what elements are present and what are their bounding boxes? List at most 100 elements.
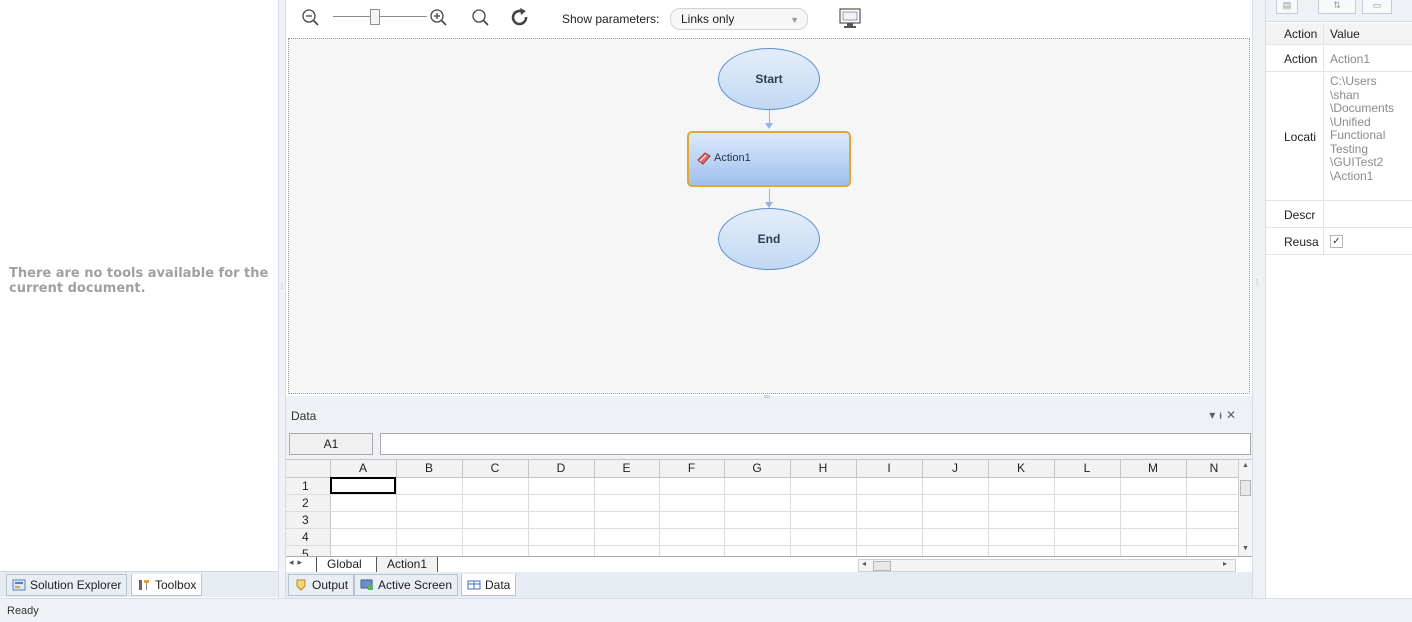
grid-cell[interactable] <box>988 477 1055 495</box>
corner-cell[interactable] <box>286 460 331 478</box>
sort-icon[interactable]: ⇅ <box>1318 0 1356 14</box>
column-header[interactable]: E <box>594 460 660 478</box>
grid-cell[interactable] <box>659 477 725 495</box>
grid-cell[interactable] <box>462 511 529 529</box>
close-icon[interactable]: ✕ <box>1226 408 1240 422</box>
vertical-scrollbar[interactable]: ▲ ▼ <box>1238 460 1252 559</box>
zoom-slider-track[interactable] <box>333 16 427 17</box>
property-row-action[interactable]: Action Action1 <box>1266 46 1412 72</box>
end-node[interactable]: End <box>718 208 820 270</box>
tab-solution-explorer[interactable]: Solution Explorer <box>6 574 128 596</box>
refresh-icon[interactable] <box>510 8 530 31</box>
dropdown-icon[interactable]: ▾ <box>1209 408 1219 422</box>
scroll-right-icon[interactable]: ▸ <box>1223 559 1227 568</box>
property-value[interactable]: C:\Users \shan \Documents \Unified Funct… <box>1323 73 1412 200</box>
zoom-in-icon[interactable] <box>429 8 449 31</box>
action-node[interactable]: Action1 <box>687 131 851 187</box>
sheet-tab-action1[interactable]: Action1 <box>376 557 439 573</box>
grid-cell[interactable] <box>790 511 857 529</box>
horizontal-scrollbar[interactable]: ◂ ▸ <box>858 559 1236 572</box>
grid-cell[interactable] <box>1120 477 1187 495</box>
grid-cell[interactable] <box>462 494 529 512</box>
grid-cell[interactable] <box>988 494 1055 512</box>
monitor-icon[interactable] <box>838 7 862 32</box>
property-value[interactable]: Action1 <box>1323 46 1412 71</box>
scroll-up-icon[interactable]: ▲ <box>1242 462 1249 469</box>
grid-cell[interactable] <box>594 528 660 546</box>
column-header[interactable]: N <box>1186 460 1243 478</box>
grid-cell[interactable] <box>724 494 791 512</box>
column-header[interactable]: C <box>462 460 529 478</box>
start-node[interactable]: Start <box>718 48 820 110</box>
left-splitter[interactable]: ⁞ <box>278 0 286 598</box>
column-header[interactable]: H <box>790 460 857 478</box>
property-row-location[interactable]: Locati C:\Users \shan \Documents \Unifie… <box>1266 73 1412 201</box>
row-header[interactable]: 3 <box>286 511 331 529</box>
pin-icon[interactable]: ᵻ <box>1219 408 1226 422</box>
row-header[interactable]: 4 <box>286 528 331 546</box>
column-header[interactable]: K <box>988 460 1055 478</box>
grid-cell[interactable] <box>922 511 989 529</box>
grid-cell[interactable] <box>856 477 923 495</box>
grid-cell[interactable] <box>396 494 463 512</box>
grid-cell[interactable] <box>1054 477 1121 495</box>
grid-cell[interactable] <box>594 494 660 512</box>
categorized-icon[interactable]: ▤ <box>1276 0 1298 14</box>
scroll-left-icon[interactable]: ◂ <box>862 559 866 568</box>
grid-cell[interactable] <box>1054 528 1121 546</box>
grid-cell[interactable] <box>528 528 595 546</box>
property-row-reusable[interactable]: Reusa ✓ <box>1266 229 1412 255</box>
zoom-out-icon[interactable] <box>301 8 321 31</box>
grid-cell[interactable] <box>922 477 989 495</box>
grid-cell[interactable] <box>1186 528 1243 546</box>
grid-cell[interactable] <box>790 494 857 512</box>
column-header[interactable]: J <box>922 460 989 478</box>
row-header[interactable]: 1 <box>286 477 331 495</box>
grid-cell[interactable] <box>1186 511 1243 529</box>
grid-cell[interactable] <box>659 511 725 529</box>
sheet-tab-global[interactable]: Global <box>316 557 372 573</box>
grid-cell[interactable] <box>1186 477 1243 495</box>
grid-cell[interactable] <box>659 528 725 546</box>
grid-cell[interactable] <box>594 477 660 495</box>
tab-active-screen[interactable]: Active Screen <box>354 574 459 596</box>
grid-cell[interactable] <box>724 511 791 529</box>
grid-cell[interactable] <box>1120 528 1187 546</box>
show-parameters-select[interactable]: Links only ▼ <box>670 8 808 30</box>
grid-cell[interactable] <box>856 494 923 512</box>
grid-cell[interactable] <box>790 477 857 495</box>
right-splitter[interactable]: ⁞ <box>1252 0 1266 598</box>
grid-cell[interactable] <box>724 528 791 546</box>
sheet-nav-arrows[interactable]: ◂▸ <box>289 557 306 568</box>
grid-cell[interactable] <box>528 511 595 529</box>
grid-cell[interactable] <box>922 494 989 512</box>
grid-cell[interactable] <box>462 528 529 546</box>
grid-cell[interactable] <box>462 477 529 495</box>
tab-output[interactable]: Output <box>288 574 355 596</box>
property-value[interactable]: ✓ <box>1323 229 1412 254</box>
column-header[interactable]: B <box>396 460 463 478</box>
column-header[interactable]: I <box>856 460 923 478</box>
grid-cell[interactable] <box>330 477 397 495</box>
formula-input[interactable] <box>380 433 1251 455</box>
grid-cell[interactable] <box>659 494 725 512</box>
grid-cell[interactable] <box>856 511 923 529</box>
reusable-checkbox[interactable]: ✓ <box>1330 235 1343 248</box>
column-header[interactable]: A <box>330 460 397 478</box>
grid-cell[interactable] <box>330 494 397 512</box>
grid-cell[interactable] <box>988 511 1055 529</box>
horizontal-splitter[interactable]: ═ <box>286 392 1252 404</box>
tab-toolbox[interactable]: Toolbox <box>131 574 203 596</box>
grid-cell[interactable] <box>594 511 660 529</box>
flow-canvas[interactable]: Start Action1 End <box>288 38 1250 394</box>
grid-cell[interactable] <box>790 528 857 546</box>
column-header[interactable]: F <box>659 460 725 478</box>
pages-icon[interactable]: ▭ <box>1362 0 1392 14</box>
grid-cell[interactable] <box>1054 494 1121 512</box>
grid-cell[interactable] <box>1120 494 1187 512</box>
cell-reference-box[interactable]: A1 <box>289 433 373 455</box>
grid-cell[interactable] <box>922 528 989 546</box>
zoom-slider-thumb[interactable] <box>370 9 380 25</box>
scroll-thumb[interactable] <box>873 561 891 571</box>
tab-data[interactable]: Data <box>461 574 517 596</box>
